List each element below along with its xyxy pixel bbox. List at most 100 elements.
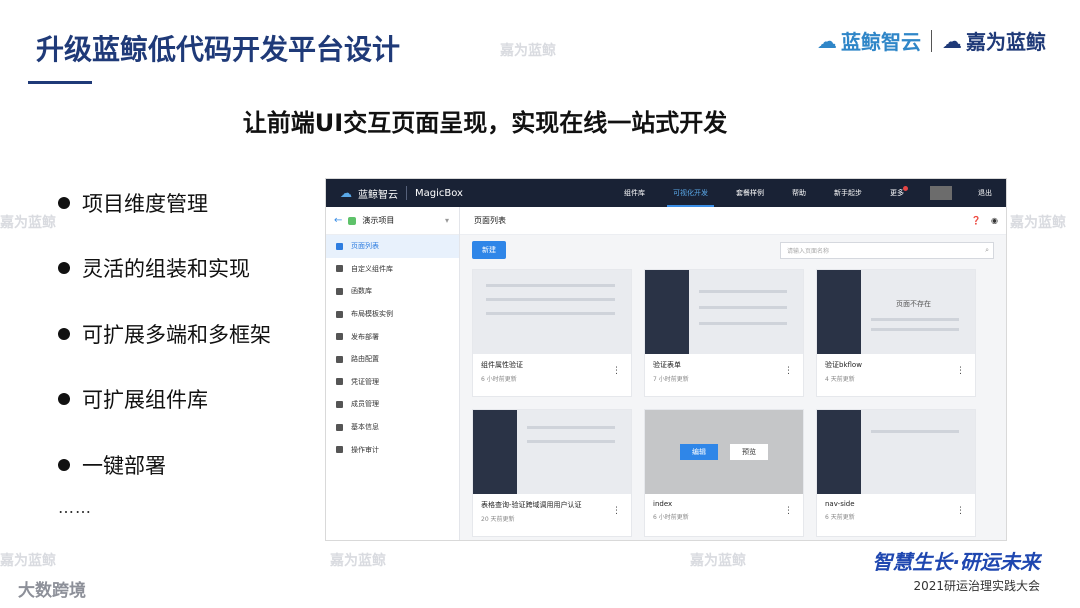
sidebar-item-layouts[interactable]: 布局模板实例 [326, 303, 459, 326]
page-name: 表格查询-验证跨域调用用户认证 [481, 501, 582, 509]
bluking-cloud-logo: ☁ 蓝鲸智云 [817, 26, 921, 55]
page-name: 组件属性验证 [481, 361, 523, 369]
logout-link[interactable]: 退出 [964, 188, 1006, 198]
route-icon [336, 355, 343, 363]
help-icon[interactable]: ❓ [971, 216, 981, 225]
more-vertical-icon[interactable]: ⋮ [784, 506, 793, 516]
more-vertical-icon[interactable]: ⋮ [956, 506, 965, 516]
feature-item: 可扩展组件库 [58, 367, 271, 433]
watermark: 嘉为蓝鲸 [0, 553, 56, 569]
sidebar-item-members[interactable]: 成员管理 [326, 393, 459, 416]
sidebar-item-deploy[interactable]: 发布部署 [326, 325, 459, 348]
avatar[interactable] [930, 186, 952, 200]
watermark: 嘉为蓝鲸 [0, 215, 56, 231]
toolbar: 新建 请输入页面名称 ⌕ [460, 235, 1006, 265]
page-updated: 7 小时前更新 [653, 376, 689, 383]
more-vertical-icon[interactable]: ⋮ [784, 366, 793, 376]
app-main: 页面列表 ❓ ◉ 新建 请输入页面名称 ⌕ 组件属性验证 6 小时前更新 ⋮ 验… [460, 207, 1006, 540]
feature-item: 项目维度管理 [58, 170, 271, 236]
nav-item-components[interactable]: 组件库 [610, 179, 659, 207]
page-thumbnail [645, 270, 803, 354]
page-updated: 6 小时前更新 [653, 514, 689, 521]
bullet-icon [58, 262, 70, 275]
nav-item-visual-dev[interactable]: 可视化开发 [659, 179, 722, 207]
back-arrow-icon[interactable]: ← [334, 215, 342, 226]
sidebar-item-custom-components[interactable]: 自定义组件库 [326, 258, 459, 281]
watermark: 嘉为蓝鲸 [330, 553, 386, 569]
page-updated: 6 天前更新 [825, 514, 855, 521]
nav-menu: 组件库 可视化开发 套餐样例 帮助 新手起步 更多 退出 [610, 179, 1006, 207]
component-icon [336, 265, 343, 273]
slide-subtitle: 让前端UI交互页面呈现，实现在线一站式开发 [242, 109, 728, 137]
header-logos: ☁ 蓝鲸智云 ☁ 嘉为蓝鲸 [817, 26, 1046, 55]
feature-item: 一键部署 [58, 432, 271, 498]
audit-icon [336, 446, 343, 454]
page-thumbnail [473, 410, 631, 494]
app-brand[interactable]: ☁ 蓝鲸智云 [326, 186, 398, 201]
page-name: nav-side [825, 500, 855, 508]
footer-brand-slogan: 智慧生长·研运未来 [872, 550, 1040, 574]
shield-icon [336, 378, 343, 386]
sidebar-item-pages[interactable]: 页面列表 [326, 235, 459, 258]
logo-left-text: 蓝鲸智云 [841, 30, 921, 54]
page-name: 验证bkflow [825, 361, 862, 369]
sidebar-item-routes[interactable]: 路由配置 [326, 348, 459, 371]
page-card[interactable]: 验证表单 7 小时前更新 ⋮ [644, 269, 804, 397]
notification-dot [903, 186, 908, 191]
page-card-hovered[interactable]: 编辑 预览 index 6 小时前更新 ⋮ [644, 409, 804, 537]
sidebar-item-audit[interactable]: 操作审计 [326, 438, 459, 461]
nav-item-more[interactable]: 更多 [876, 179, 918, 207]
chevron-down-icon: ▾ [444, 216, 449, 225]
search-icon[interactable]: ⌕ [985, 246, 989, 255]
project-switcher[interactable]: ← 演示项目 ▾ [326, 207, 459, 235]
edit-button[interactable]: 编辑 [680, 444, 718, 460]
title-underline [28, 81, 92, 84]
cloud-icon: ☁ [942, 28, 962, 53]
sidebar-item-functions[interactable]: 函数库 [326, 280, 459, 303]
app-sidebar: ← 演示项目 ▾ 页面列表 自定义组件库 函数库 布局模板实例 发布部署 路由配… [326, 207, 460, 540]
nav-item-getting-started[interactable]: 新手起步 [820, 179, 876, 207]
page-title: 页面列表 [474, 216, 506, 225]
page-name: 验证表单 [653, 361, 681, 369]
page-updated: 4 天前更新 [825, 376, 855, 383]
page-card[interactable]: nav-side 6 天前更新 ⋮ [816, 409, 976, 537]
bullet-icon [58, 196, 70, 209]
page-updated: 6 小时前更新 [481, 376, 517, 383]
layout-icon [336, 310, 343, 318]
watermark: 嘉为蓝鲸 [500, 43, 556, 59]
cloud-icon: ☁ [817, 28, 837, 53]
watermark: 嘉为蓝鲸 [690, 553, 746, 569]
new-page-button[interactable]: 新建 [472, 241, 506, 259]
info-icon [336, 423, 343, 431]
sidebar-item-info[interactable]: 基本信息 [326, 416, 459, 439]
page-not-found-text: 页面不存在 [896, 299, 931, 308]
footer-event-name: 2021研运治理实践大会 [913, 579, 1040, 593]
app-top-nav: ☁ 蓝鲸智云 MagicBox 组件库 可视化开发 套餐样例 帮助 新手起步 更… [326, 179, 1006, 207]
project-icon [348, 216, 357, 225]
deploy-icon [336, 333, 343, 341]
app-product-name: MagicBox [415, 187, 463, 199]
preview-button[interactable]: 预览 [730, 444, 768, 460]
more-vertical-icon[interactable]: ⋮ [612, 506, 621, 516]
page-name: index [653, 500, 673, 508]
more-vertical-icon[interactable]: ⋮ [956, 366, 965, 376]
page-thumbnail: 编辑 预览 [645, 410, 803, 494]
page-thumbnail [473, 270, 631, 354]
nav-item-help[interactable]: 帮助 [778, 179, 820, 207]
members-icon [336, 400, 343, 408]
footer-left-logo: 大数跨境 [18, 581, 86, 601]
card-hover-actions: 编辑 预览 [645, 444, 803, 460]
page-card[interactable]: 页面不存在 验证bkflow 4 天前更新 ⋮ [816, 269, 976, 397]
slide-title: 升级蓝鲸低代码开发平台设计 [36, 33, 401, 66]
page-card[interactable]: 组件属性验证 6 小时前更新 ⋮ [472, 269, 632, 397]
cloud-icon: ☁ [340, 186, 352, 200]
search-input[interactable]: 请输入页面名称 ⌕ [780, 241, 994, 259]
github-icon[interactable]: ◉ [991, 216, 998, 225]
more-vertical-icon[interactable]: ⋮ [612, 366, 621, 376]
function-icon [336, 287, 343, 295]
nav-item-templates[interactable]: 套餐样例 [722, 179, 778, 207]
page-updated: 20 天前更新 [481, 516, 515, 523]
sidebar-item-credentials[interactable]: 凭证管理 [326, 371, 459, 394]
feature-item: 可扩展多端和多框架 [58, 301, 271, 367]
page-card[interactable]: 表格查询-验证跨域调用用户认证 20 天前更新 ⋮ [472, 409, 632, 537]
